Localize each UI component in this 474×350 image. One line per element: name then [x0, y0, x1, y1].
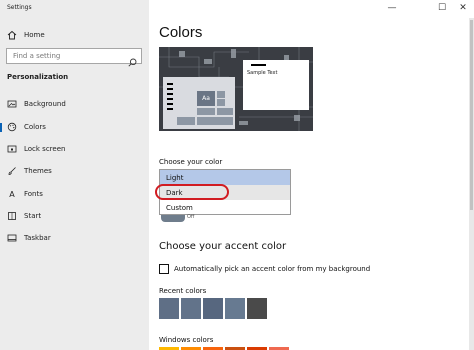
sidebar-item-colors[interactable]: Colors: [0, 120, 149, 134]
preview-window: Sample Text: [243, 60, 309, 110]
annotation-highlight-circle: [155, 184, 229, 200]
preview-tile: [217, 108, 233, 115]
recent-color-swatch[interactable]: [225, 298, 245, 319]
font-icon: A: [9, 189, 15, 199]
brush-icon: [7, 166, 17, 176]
sidebar-item-label: Lock screen: [24, 145, 66, 153]
minimize-icon: —: [387, 3, 397, 13]
sidebar-item-label: Fonts: [24, 190, 43, 198]
color-preview: Aa Sample Text: [159, 47, 313, 131]
section-personalization: Personalization: [7, 73, 69, 81]
option-light[interactable]: Light: [160, 170, 290, 185]
recent-color-swatch[interactable]: [159, 298, 179, 319]
auto-pick-accent-checkbox-row[interactable]: Automatically pick an accent color from …: [159, 264, 370, 274]
main-content: — ☐ ✕ Colors Aa Sample Text Choose your …: [149, 0, 474, 350]
start-icon: [7, 211, 17, 221]
home-label: Home: [24, 31, 45, 39]
sidebar-item-start[interactable]: Start: [0, 209, 149, 223]
preview-tile: [217, 91, 225, 98]
auto-pick-accent-checkbox[interactable]: [159, 264, 169, 274]
window-title: Settings: [7, 4, 32, 11]
image-icon: [7, 99, 17, 109]
sidebar-item-lock-screen[interactable]: Lock screen: [0, 142, 149, 156]
preview-sample-text: Sample Text: [247, 70, 278, 76]
sidebar-item-fonts[interactable]: A Fonts: [0, 187, 149, 201]
scrollbar-thumb[interactable]: [470, 20, 473, 210]
preview-menu-lines: [167, 83, 173, 113]
recent-color-swatch[interactable]: [247, 298, 267, 319]
home-link[interactable]: Home: [7, 30, 45, 40]
sidebar-item-label: Taskbar: [24, 234, 51, 242]
maximize-button[interactable]: ☐: [435, 1, 449, 15]
sidebar-item-background[interactable]: Background: [0, 97, 149, 111]
preview-start-menu: Aa: [163, 77, 235, 129]
close-icon: ✕: [459, 3, 467, 13]
search-placeholder: Find a setting: [13, 52, 61, 60]
preview-tile-aa: Aa: [197, 91, 215, 106]
auto-pick-accent-label: Automatically pick an accent color from …: [174, 265, 371, 273]
windows-colors-label: Windows colors: [159, 336, 214, 344]
sidebar-item-label: Colors: [24, 123, 46, 131]
close-button[interactable]: ✕: [456, 1, 470, 15]
preview-tile: [177, 117, 195, 125]
taskbar-icon: [7, 233, 17, 243]
toggle-label: Off: [187, 214, 195, 220]
choose-color-label: Choose your color: [159, 158, 223, 166]
sidebar-item-label: Themes: [24, 167, 52, 175]
preview-tile: [197, 117, 233, 125]
recent-colors-label: Recent colors: [159, 287, 207, 295]
preview-window-bar: [251, 64, 266, 66]
scrollbar[interactable]: [469, 18, 474, 350]
search-icon[interactable]: [128, 52, 137, 67]
sidebar-item-themes[interactable]: Themes: [0, 164, 149, 178]
maximize-icon: ☐: [437, 3, 447, 13]
recent-color-swatch[interactable]: [203, 298, 223, 319]
option-custom[interactable]: Custom: [160, 200, 290, 215]
preview-tile: [217, 99, 225, 106]
palette-icon: [7, 122, 17, 132]
recent-color-swatch[interactable]: [181, 298, 201, 319]
sidebar-item-label: Background: [24, 100, 66, 108]
preview-tile: [197, 108, 215, 115]
minimize-button[interactable]: —: [385, 1, 399, 15]
sidebar: Settings Home Find a setting Personaliza…: [0, 0, 149, 350]
accent-color-heading: Choose your accent color: [159, 241, 287, 252]
sidebar-item-label: Start: [24, 212, 42, 220]
search-input[interactable]: Find a setting: [6, 48, 142, 67]
toggle-switch[interactable]: [161, 215, 185, 222]
page-title: Colors: [159, 24, 203, 41]
lock-screen-icon: [7, 144, 17, 154]
sidebar-item-taskbar[interactable]: Taskbar: [0, 231, 149, 245]
home-icon: [7, 30, 17, 40]
